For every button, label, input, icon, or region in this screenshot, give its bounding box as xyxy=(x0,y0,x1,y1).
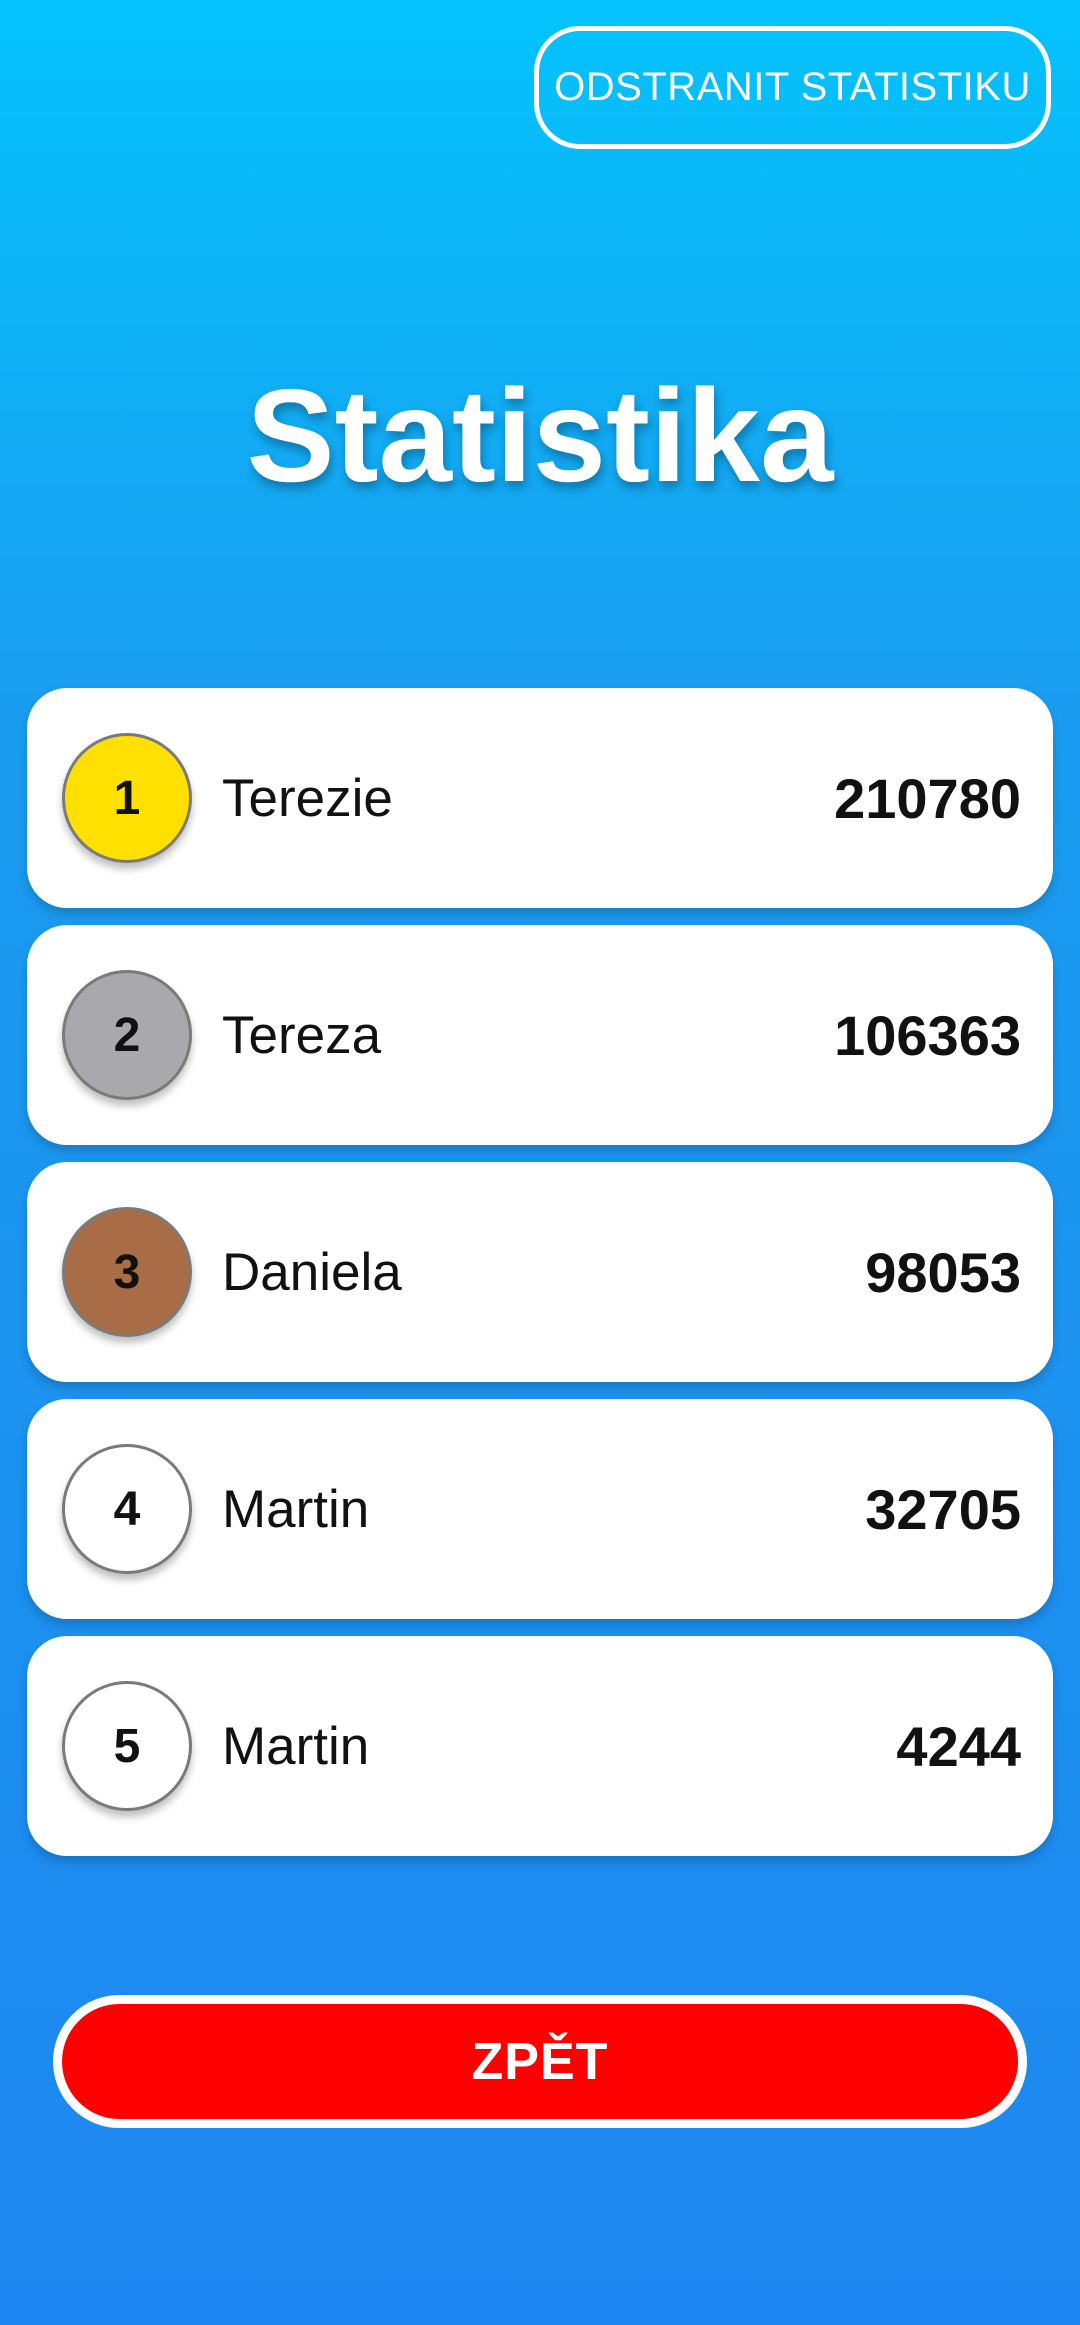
player-name: Daniela xyxy=(222,1242,402,1302)
rank-badge: 4 xyxy=(62,1444,192,1574)
player-name: Martin xyxy=(222,1479,370,1539)
player-score: 106363 xyxy=(834,1003,1021,1067)
rank-badge-gold: 1 xyxy=(62,733,192,863)
clear-statistics-button[interactable]: ODSTRANIT STATISTIKU xyxy=(534,26,1051,149)
player-score: 98053 xyxy=(865,1240,1021,1304)
page-title: Statistika xyxy=(246,362,834,509)
rank-badge-silver: 2 xyxy=(62,970,192,1100)
player-name: Martin xyxy=(222,1716,370,1776)
player-score: 4244 xyxy=(896,1714,1021,1778)
back-button[interactable]: ZPĚT xyxy=(53,1995,1027,2128)
leaderboard-row: 3 Daniela 98053 xyxy=(27,1162,1053,1382)
leaderboard-row: 5 Martin 4244 xyxy=(27,1636,1053,1856)
leaderboard-list: 1 Terezie 210780 2 Tereza 106363 3 Danie… xyxy=(27,688,1053,1873)
rank-badge-bronze: 3 xyxy=(62,1207,192,1337)
player-score: 32705 xyxy=(865,1477,1021,1541)
leaderboard-row: 1 Terezie 210780 xyxy=(27,688,1053,908)
player-name: Terezie xyxy=(222,768,393,828)
player-score: 210780 xyxy=(834,766,1021,830)
leaderboard-row: 2 Tereza 106363 xyxy=(27,925,1053,1145)
rank-badge: 5 xyxy=(62,1681,192,1811)
player-name: Tereza xyxy=(222,1005,382,1065)
leaderboard-row: 4 Martin 32705 xyxy=(27,1399,1053,1619)
